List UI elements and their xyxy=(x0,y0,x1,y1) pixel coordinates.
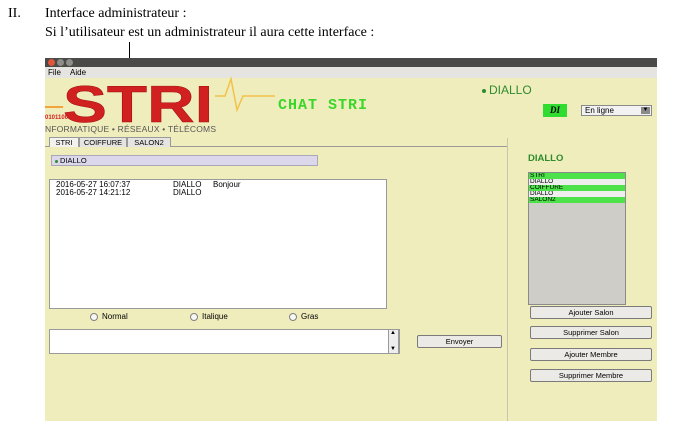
messages-area[interactable]: 2016-05-27 16:07:37 DIALLO Bonjour 2016-05… xyxy=(49,179,387,309)
radio-circle-icon[interactable] xyxy=(190,312,198,321)
message-row: 2016-05-27 14:21:12 DIALLO xyxy=(56,189,213,197)
message-user: DIALLO xyxy=(173,188,202,197)
radio-circle-icon[interactable] xyxy=(289,312,297,321)
add-member-button[interactable]: Ajouter Membre xyxy=(530,348,652,361)
window-maximize-button[interactable] xyxy=(66,59,73,66)
tab-salon2[interactable]: SALON2 xyxy=(127,137,171,147)
room-user-name: DIALLO xyxy=(60,156,87,165)
status-value: En ligne xyxy=(585,106,614,115)
radio-normal[interactable]: Normal xyxy=(90,312,128,321)
message-input-scrollbar[interactable]: ▲ ▼ xyxy=(388,329,399,354)
logo-binary: 0101100 xyxy=(45,115,69,121)
section-heading: Interface administrateur : xyxy=(45,6,187,21)
stri-logo: STRI xyxy=(45,76,275,126)
window-close-button[interactable] xyxy=(48,59,55,66)
scroll-down-icon[interactable]: ▼ xyxy=(390,346,396,353)
scroll-up-icon[interactable]: ▲ xyxy=(390,330,396,337)
avatar: DI xyxy=(543,104,567,117)
online-dot-icon xyxy=(482,88,486,93)
chat-window: File Aide STRI 0101100 NFORMATIQUE • RÉS… xyxy=(45,58,657,421)
delete-member-button[interactable]: Supprimer Membre xyxy=(530,369,652,382)
text-cursor xyxy=(129,42,130,58)
intro-sentence: Si l’utilisateur est un administrateur i… xyxy=(45,25,375,40)
room-user-header: DIALLO xyxy=(51,155,318,166)
radio-circle-icon[interactable] xyxy=(90,312,98,321)
message-text: Bonjour xyxy=(213,180,241,189)
logo-text: STRI xyxy=(63,76,213,126)
message-input[interactable] xyxy=(49,329,400,354)
delete-salon-button[interactable]: Supprimer Salon xyxy=(530,326,652,339)
tab-coiffure[interactable]: COIFFURE xyxy=(79,137,127,147)
add-salon-button[interactable]: Ajouter Salon xyxy=(530,306,652,319)
app-title: CHAT STRI xyxy=(278,97,369,114)
radio-gras-label: Gras xyxy=(301,312,319,321)
logo-tagline: NFORMATIQUE • RÉSEAUX • TÉLÉCOMS xyxy=(45,124,217,134)
window-minimize-button[interactable] xyxy=(57,59,64,66)
radio-italique-label: Italique xyxy=(202,312,228,321)
status-dropdown[interactable]: En ligne ▼ xyxy=(581,105,652,116)
send-button[interactable]: Envoyer xyxy=(417,335,502,348)
list-item[interactable]: SALON2 xyxy=(529,197,625,203)
window-titlebar xyxy=(45,58,657,67)
panel-divider xyxy=(507,138,508,421)
current-user-name: DIALLO xyxy=(489,83,532,97)
message-date: 2016-05-27 14:21:12 xyxy=(56,188,131,197)
online-dot-icon xyxy=(55,159,58,163)
tab-stri[interactable]: STRI xyxy=(49,137,79,147)
radio-gras[interactable]: Gras xyxy=(289,312,318,321)
sidebar-user-name: DIALLO xyxy=(528,153,564,164)
radio-italique[interactable]: Italique xyxy=(190,312,228,321)
section-number: II. xyxy=(8,6,21,21)
radio-normal-label: Normal xyxy=(102,312,128,321)
current-user: DIALLO xyxy=(482,83,532,97)
chevron-down-icon[interactable]: ▼ xyxy=(641,107,650,114)
salon-member-list[interactable]: STRI DIALLO COIFFURE DIALLO SALON2 xyxy=(528,172,626,305)
